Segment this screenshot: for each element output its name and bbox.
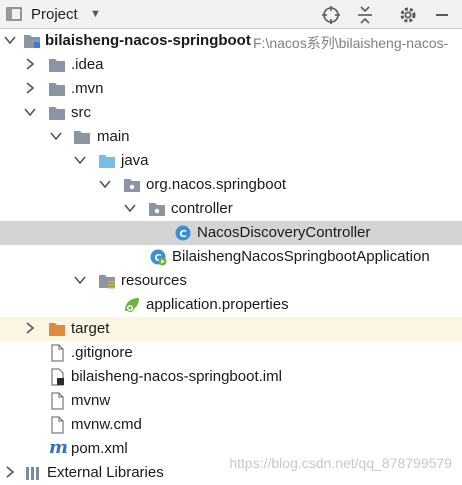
tree-row-main[interactable]: main: [0, 125, 462, 149]
package-icon: [124, 179, 140, 192]
spring-leaf-icon: [125, 298, 139, 312]
text-file-icon: [51, 344, 64, 362]
tree-label-app-properties: application.properties: [146, 296, 289, 313]
tree-row-package[interactable]: org.nacos.springboot: [0, 173, 462, 197]
tree-label-resources: resources: [121, 272, 187, 289]
tree-row-mvn[interactable]: .mvn: [0, 77, 462, 101]
resources-folder-icon: [99, 275, 115, 289]
tree-row-resources[interactable]: resources: [0, 269, 462, 293]
chevron-down-icon[interactable]: [73, 153, 87, 167]
tree-row-app-properties[interactable]: application.properties: [0, 293, 462, 317]
iml-file-icon: [51, 368, 64, 386]
spring-boot-class-icon: C: [150, 249, 167, 266]
tree-row-idea[interactable]: .idea: [0, 53, 462, 77]
class-icon: C: [175, 225, 191, 241]
source-folder-icon: [99, 155, 115, 168]
tree-label-controller-class: NacosDiscoveryController: [197, 224, 371, 241]
tree-label-target: target: [71, 320, 110, 337]
project-tree: bilaisheng-nacos-springboot F:\nacos系列\b…: [0, 29, 462, 485]
tree-row-target[interactable]: target: [0, 317, 462, 341]
tree-row-controller[interactable]: controller: [0, 197, 462, 221]
folder-icon: [74, 131, 90, 144]
watermark: https://blog.csdn.net/qq_878799579: [229, 455, 452, 471]
chevron-down-icon[interactable]: [123, 201, 137, 215]
tree-label-external-libraries: External Libraries: [47, 464, 164, 481]
tree-label-idea: .idea: [71, 56, 104, 73]
tree-label-mvn: .mvn: [71, 80, 104, 97]
text-file-icon: [51, 392, 64, 410]
collapse-all-icon[interactable]: [354, 4, 376, 26]
tree-label-mvnw: mvnw: [71, 392, 111, 409]
tree-label-mvnw-cmd: mvnw.cmd: [71, 416, 142, 433]
maven-icon: m: [49, 437, 69, 458]
tree-label-controller: controller: [171, 200, 233, 217]
text-file-icon: [51, 416, 64, 434]
svg-text:C: C: [179, 229, 186, 240]
tree-row-gitignore[interactable]: .gitignore: [0, 341, 462, 365]
gear-icon[interactable]: [397, 4, 419, 26]
chevron-down-icon[interactable]: [3, 33, 17, 47]
chevron-right-icon[interactable]: [23, 57, 37, 71]
chevron-down-icon[interactable]: [73, 273, 87, 287]
folder-icon: [49, 59, 65, 72]
tree-row-iml[interactable]: bilaisheng-nacos-springboot.iml: [0, 365, 462, 389]
tree-label-main: main: [97, 128, 130, 145]
tree-row-mvnw-cmd[interactable]: mvnw.cmd: [0, 413, 462, 437]
chevron-right-icon[interactable]: [23, 81, 37, 95]
tree-row-root[interactable]: bilaisheng-nacos-springboot F:\nacos系列\b…: [0, 29, 462, 53]
chevron-right-icon[interactable]: [23, 321, 37, 335]
tree-row-java[interactable]: java: [0, 149, 462, 173]
tree-row-mvnw[interactable]: mvnw: [0, 389, 462, 413]
root-path: F:\nacos系列\bilaisheng-nacos-: [253, 35, 449, 51]
tree-label-iml: bilaisheng-nacos-springboot.iml: [71, 368, 282, 385]
tree-label-gitignore: .gitignore: [71, 344, 133, 361]
folder-icon: [49, 83, 65, 96]
tree-label-java: java: [121, 152, 149, 169]
crosshair-locate-icon[interactable]: [320, 4, 342, 26]
tree-label-root: bilaisheng-nacos-springboot: [45, 32, 251, 49]
module-folder-icon: [24, 35, 40, 48]
tree-label-pom: pom.xml: [71, 440, 128, 457]
tree-label-package: org.nacos.springboot: [146, 176, 287, 193]
tree-label-app-class: BilaishengNacosSpringbootApplication: [172, 248, 430, 265]
hide-minus-icon[interactable]: [431, 4, 453, 26]
project-view-icon: [6, 7, 22, 21]
chevron-down-icon[interactable]: ▼: [90, 8, 101, 20]
chevron-down-icon[interactable]: [98, 177, 112, 191]
chevron-down-icon[interactable]: [49, 129, 63, 143]
tree-row-app-class[interactable]: C BilaishengNacosSpringbootApplication: [0, 245, 462, 269]
chevron-down-icon[interactable]: [23, 105, 37, 119]
chevron-right-icon[interactable]: [3, 465, 17, 479]
tree-label-src: src: [71, 104, 91, 121]
tool-window-title[interactable]: Project: [31, 6, 78, 23]
libraries-icon: [26, 467, 39, 480]
tree-row-src[interactable]: src: [0, 101, 462, 125]
project-toolbar: Project ▼: [0, 0, 462, 29]
tree-row-controller-class[interactable]: C NacosDiscoveryController: [0, 221, 462, 245]
excluded-folder-icon: [49, 323, 65, 336]
folder-icon: [49, 107, 65, 120]
package-icon: [149, 203, 165, 216]
